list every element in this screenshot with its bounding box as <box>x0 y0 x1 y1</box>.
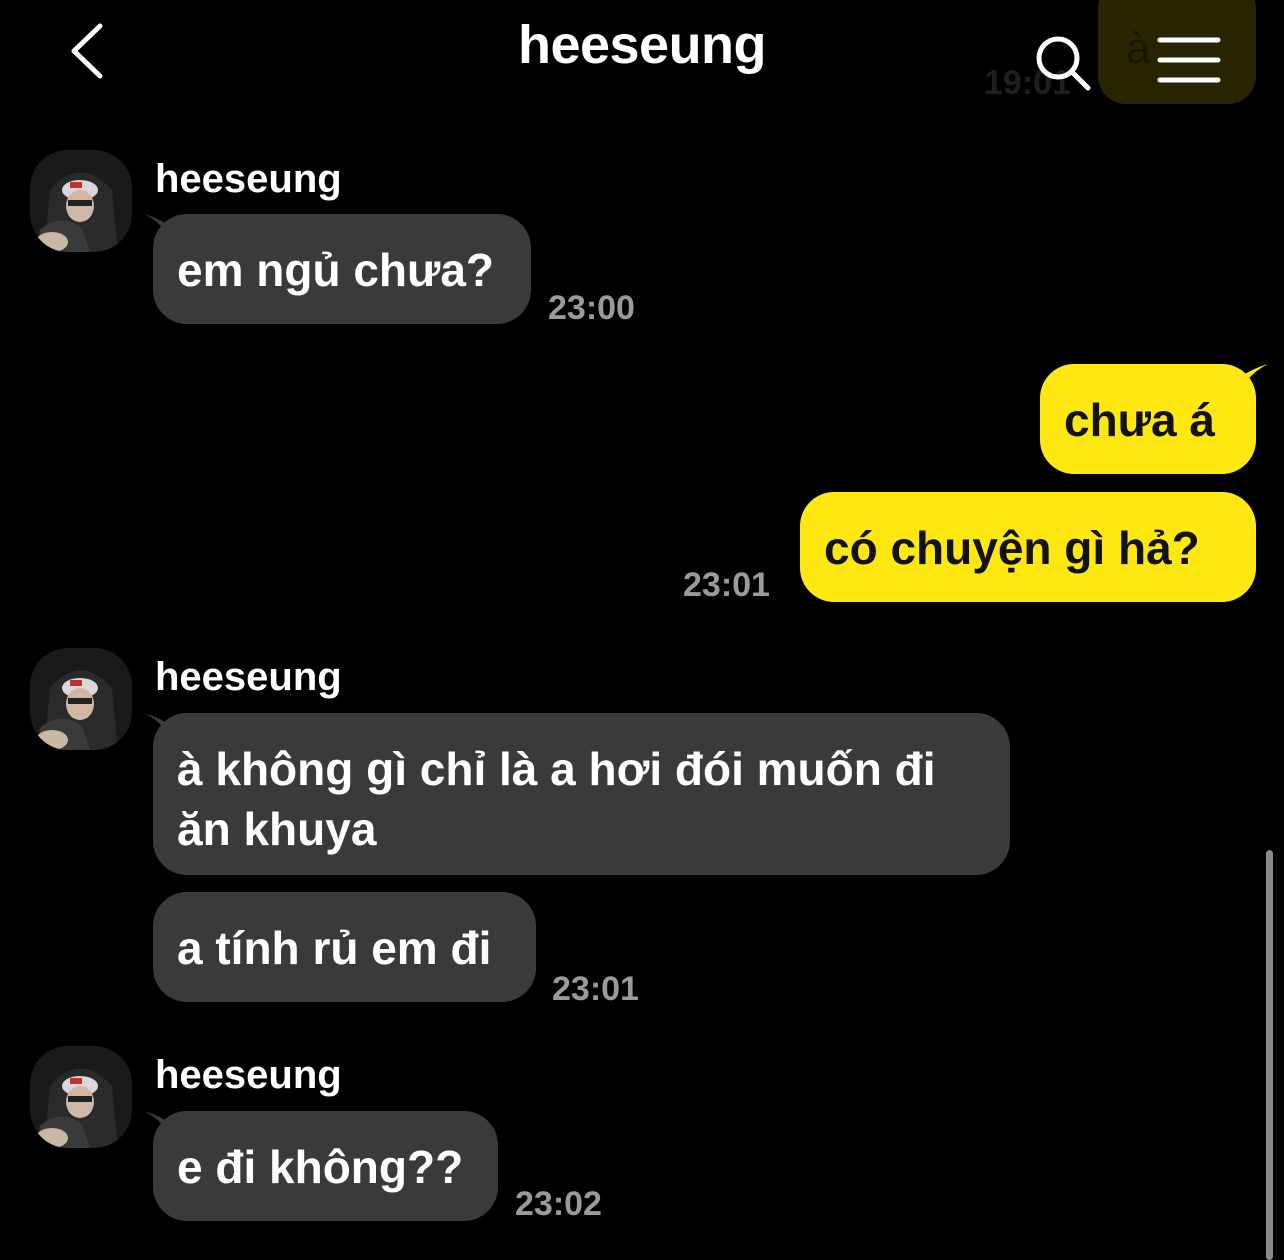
profile-photo-icon <box>30 150 132 252</box>
profile-photo-icon <box>30 648 132 750</box>
avatar[interactable] <box>30 1046 132 1148</box>
scrollbar[interactable] <box>1266 850 1273 1260</box>
message-text: có chuyện gì hả? <box>824 522 1200 574</box>
menu-button[interactable] <box>1150 30 1230 90</box>
message-timestamp: 23:00 <box>548 289 635 327</box>
message-timestamp: 23:01 <box>683 566 770 604</box>
hamburger-menu-icon <box>1157 37 1221 83</box>
avatar[interactable] <box>30 150 132 252</box>
incoming-message-bubble[interactable]: a tính rủ em đi <box>153 892 536 1002</box>
outgoing-message-bubble[interactable]: chưa á <box>1040 364 1256 474</box>
message-timestamp: 23:01 <box>552 970 639 1008</box>
profile-photo-icon <box>30 1046 132 1148</box>
message-timestamp: 23:02 <box>515 1185 602 1223</box>
incoming-message-bubble[interactable]: e đi không?? <box>153 1111 498 1221</box>
message-text: à không gì chỉ là a hơi đói muốn đi ăn k… <box>177 743 936 855</box>
incoming-message-bubble[interactable]: à không gì chỉ là a hơi đói muốn đi ăn k… <box>153 713 1010 875</box>
message-text: em ngủ chưa? <box>177 244 495 296</box>
outgoing-message-bubble[interactable]: có chuyện gì hả? <box>800 492 1256 602</box>
sender-name: heeseung <box>155 1053 342 1097</box>
sender-name: heeseung <box>155 655 342 699</box>
message-text: e đi không?? <box>177 1141 464 1193</box>
avatar[interactable] <box>30 648 132 750</box>
sender-name: heeseung <box>155 157 342 201</box>
incoming-message-bubble[interactable]: em ngủ chưa? <box>153 214 531 324</box>
search-button[interactable] <box>1030 30 1096 96</box>
chat-header: à 19:01 heeseung <box>0 0 1284 110</box>
message-text: chưa á <box>1064 394 1215 446</box>
search-icon <box>1036 36 1091 91</box>
message-text: a tính rủ em đi <box>177 922 492 974</box>
